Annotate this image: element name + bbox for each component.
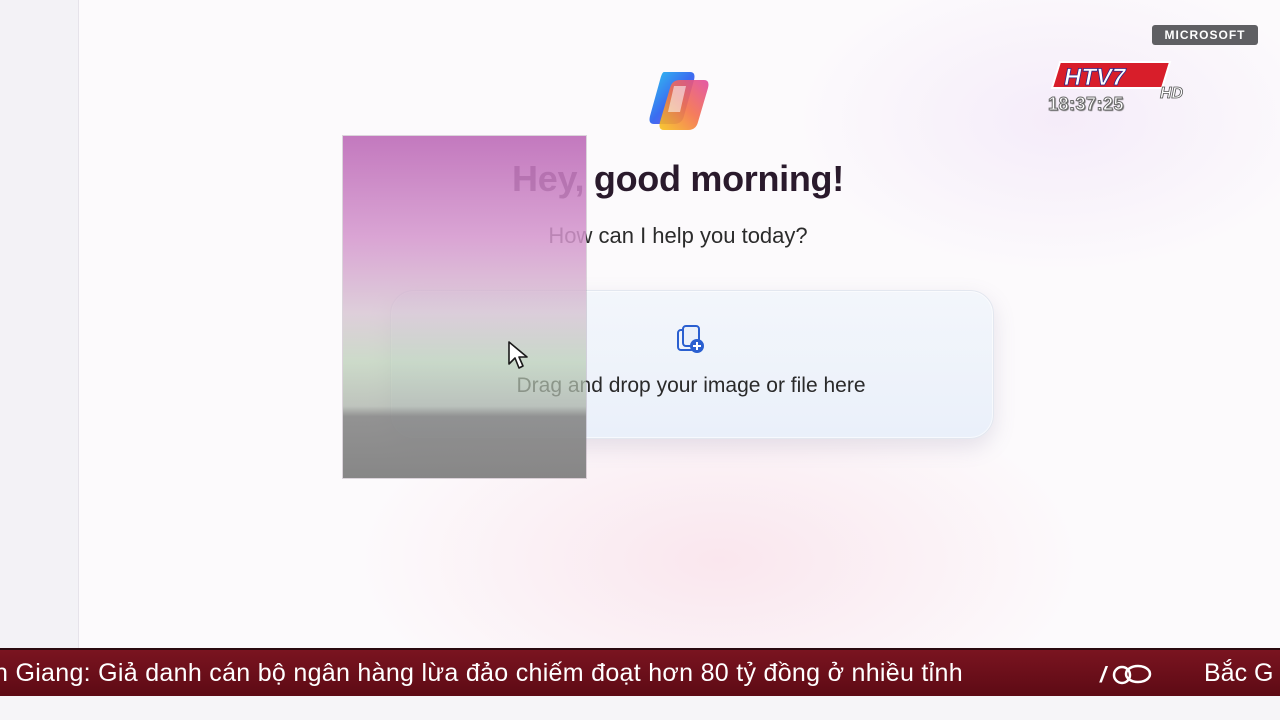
ticker-headline: n Giang: Giả danh cán bộ ngân hàng lừa đ… (0, 659, 963, 687)
left-sidebar (0, 0, 79, 648)
bottom-band (0, 696, 1280, 720)
channel-logo-text: HTV7 (1064, 64, 1127, 91)
copilot-logo-icon (649, 72, 709, 130)
mouse-cursor-icon (508, 341, 528, 369)
news-ticker: n Giang: Giả danh cán bộ ngân hàng lừa đ… (0, 648, 1280, 698)
ticker-next-headline: Bắc G (1204, 659, 1274, 687)
file-add-icon (677, 325, 704, 353)
dragged-file-preview[interactable] (343, 136, 586, 478)
microsoft-badge: MICROSOFT (1152, 25, 1258, 45)
svg-text:/: / (1099, 662, 1109, 687)
clock: 18:37:25 (1047, 94, 1125, 115)
channel-hd-text: HD (1160, 85, 1184, 102)
channel-mark-icon: / (1099, 662, 1152, 687)
